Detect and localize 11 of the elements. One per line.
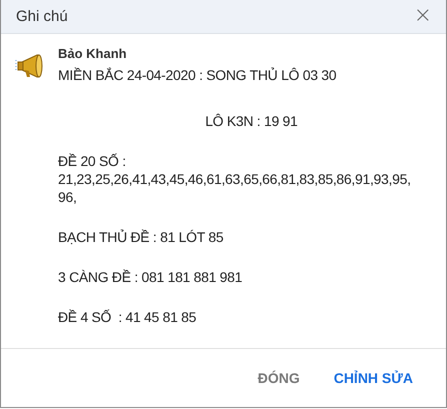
- note-text: ĐỀ 4 SỐ : 41 45 81 85: [58, 308, 198, 326]
- note-text: 3 CÀNG ĐỀ : 081 181 881 981: [58, 268, 244, 286]
- note-text: ĐỀ 20 SỐ : 21,23,25,26,41,43,45,46,61,63,65,66,81,83,85,86,91,93,95, 96,: [58, 152, 412, 206]
- author-name: Bảo Khanh: [58, 46, 128, 61]
- note-text: MIỀN BẮC 24-04-2020 : SONG THỦ LÔ 03 30: [58, 66, 338, 84]
- close-button[interactable]: ×: [414, 6, 432, 26]
- window-title: Ghi chú: [16, 8, 68, 25]
- note-text: BẠCH THỦ ĐỀ : 81 LÓT 85: [58, 228, 224, 246]
- close-dialog-button[interactable]: ĐÓNG: [258, 370, 300, 386]
- note-text: LÔ K3N : 19 91: [204, 112, 298, 130]
- edit-button[interactable]: CHỈNH SỬA: [334, 370, 413, 386]
